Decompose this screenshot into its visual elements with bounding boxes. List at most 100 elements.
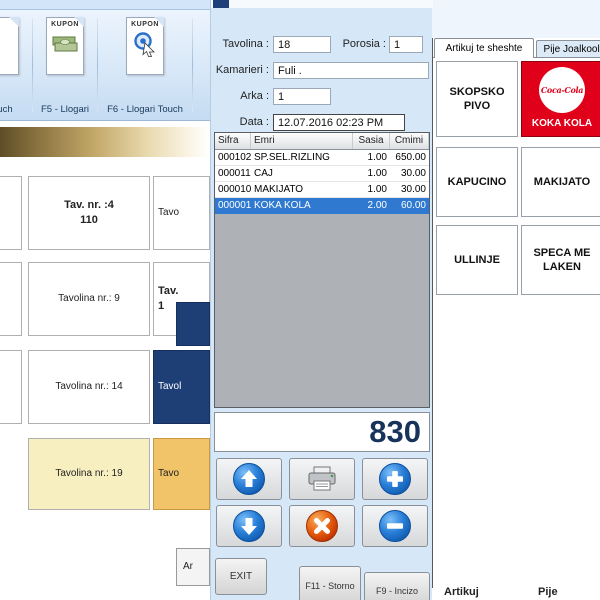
- incizo-button[interactable]: F9 - Incizo: [364, 572, 430, 600]
- bottom-tab-artikuj[interactable]: Artikuj: [444, 586, 479, 598]
- toolbar-separator: [97, 18, 98, 112]
- toolbar-label-f6: F6 - Llogari Touch: [100, 104, 190, 115]
- toolbar-button-f5-llogari[interactable]: KUPON F5 - Llogari: [34, 14, 96, 118]
- table-button-partial[interactable]: [0, 262, 22, 336]
- product-label: MAKIJATO: [534, 175, 590, 189]
- product-button-kapucino[interactable]: KAPUCINO: [436, 147, 518, 217]
- cell-cmimi: 30.00: [390, 168, 429, 179]
- remove-item-button[interactable]: [362, 505, 428, 547]
- cell-cmimi: 60.00: [390, 200, 429, 211]
- porosia-label: Porosia :: [331, 38, 386, 50]
- column-cmimi: Cmimi: [390, 133, 429, 149]
- table-button-occupied-partial[interactable]: Tavol: [153, 350, 210, 424]
- kamarieri-field[interactable]: Fuli .: [273, 62, 429, 79]
- cell-sifra: 000001: [215, 200, 251, 211]
- cell-emri: SP.SEL.RIZLING: [251, 152, 353, 163]
- cell-sasia: 1.00: [353, 152, 390, 163]
- move-down-button[interactable]: [216, 505, 282, 547]
- order-row[interactable]: 000011 CAJ 1.00 30.00: [215, 166, 429, 182]
- move-up-button[interactable]: [216, 458, 282, 500]
- order-items-table: Sifra Emri Sasia Cmimi 000102 SP.SEL.RIZ…: [214, 132, 430, 408]
- table-button-partial[interactable]: Tavo: [153, 176, 210, 250]
- product-label: ULLINJE: [454, 253, 500, 267]
- toolbar-button-f6-llogari-touch[interactable]: KUPON F6 - Llogari Touch: [100, 14, 190, 118]
- cell-emri: CAJ: [251, 168, 353, 179]
- arka-field[interactable]: 1: [273, 88, 331, 105]
- product-button-koka-kola[interactable]: Coca-Cola KOKA KOLA: [521, 61, 600, 137]
- toolbar: Touch KUPON F5 - Llogari KUPON: [0, 9, 210, 121]
- bottom-button-partial[interactable]: Ar: [176, 548, 210, 586]
- column-emri: Emri: [251, 133, 353, 149]
- arrow-down-icon: [232, 509, 266, 543]
- table-button-partial[interactable]: [0, 350, 22, 424]
- plus-icon: [378, 462, 412, 496]
- order-row[interactable]: 000010 MAKIJATO 1.00 30.00: [215, 182, 429, 198]
- table-button-4[interactable]: Tav. nr. :4 110: [28, 176, 150, 250]
- arrow-up-icon: [232, 462, 266, 496]
- order-row[interactable]: 000102 SP.SEL.RIZLING 1.00 650.00: [215, 150, 429, 166]
- table-label: Tavolina nr.: 9: [58, 292, 120, 306]
- toolbar-separator: [32, 18, 33, 112]
- product-label: SPECA ME LAKEN: [526, 246, 598, 275]
- toolbar-group-partial[interactable]: Touch: [0, 14, 30, 118]
- table-button-14[interactable]: Tavolina nr.: 14: [28, 350, 150, 424]
- porosia-field[interactable]: 1: [389, 36, 423, 53]
- print-button[interactable]: [289, 458, 355, 500]
- table-button-9[interactable]: Tavolina nr.: 9: [28, 262, 150, 336]
- cell-sasia: 1.00: [353, 184, 390, 195]
- product-button-makijato[interactable]: MAKIJATO: [521, 147, 600, 217]
- toolbar-separator: [192, 18, 193, 112]
- table-label: Tavo: [158, 206, 179, 220]
- cancel-button[interactable]: [289, 505, 355, 547]
- tab-label: Artikuj te sheshte: [446, 43, 523, 54]
- table-label: Tavolina nr.: 14: [55, 380, 122, 394]
- table-sublabel: 1: [158, 299, 164, 314]
- cell-sifra: 000011: [215, 168, 251, 179]
- cell-cmimi: 30.00: [390, 184, 429, 195]
- money-stack-icon: [51, 31, 79, 57]
- table-button-partial[interactable]: Tavo: [153, 438, 210, 510]
- cell-emri: KOKA KOLA: [251, 200, 353, 211]
- toolbar-label-partial: Touch: [0, 104, 30, 115]
- table-label: Tavo: [158, 467, 179, 481]
- panel-top-strip: [211, 0, 433, 8]
- table-label: Tav. nr. :4: [64, 198, 114, 213]
- product-button-skopsko-pivo[interactable]: SKOPSKO PIVO: [436, 61, 518, 137]
- panel-corner-tab: [213, 0, 229, 8]
- bottom-tab-pije[interactable]: Pije: [538, 586, 558, 598]
- toolbar-label-f5: F5 - Llogari: [34, 104, 96, 115]
- cell-sifra: 000102: [215, 152, 251, 163]
- panel-divider: [432, 38, 433, 588]
- tables-grid: Tav. nr. :4 110 Tavo Tavolina nr.: 9 Tav…: [0, 157, 210, 600]
- data-field[interactable]: 12.07.2016 02:23 PM: [273, 114, 405, 131]
- button-label: Ar: [183, 560, 193, 574]
- table-sublabel: 110: [80, 213, 98, 228]
- money-coupon-icon: KUPON: [46, 17, 84, 75]
- cell-emri: MAKIJATO: [251, 184, 353, 195]
- printer-icon: [306, 465, 338, 493]
- tavolina-field[interactable]: 18: [273, 36, 331, 53]
- storno-button[interactable]: F11 - Storno: [299, 566, 361, 600]
- tab-artikuj-te-sheshte[interactable]: Artikuj te sheshte: [434, 38, 534, 58]
- coupon-icon: [0, 17, 19, 75]
- tab-pije-joalkoolike[interactable]: Pije Joalkoolike: [536, 40, 600, 58]
- coupon-title: KUPON: [47, 21, 83, 28]
- table-label: Tavolina nr.: 19: [55, 467, 122, 481]
- touch-icon: [131, 31, 159, 57]
- table-button-occupied-partial[interactable]: [176, 302, 210, 346]
- panel-top: [432, 0, 600, 38]
- product-button-speca-me-laken[interactable]: SPECA ME LAKEN: [521, 225, 600, 295]
- product-button-ullinje[interactable]: ULLINJE: [436, 225, 518, 295]
- table-header: Sifra Emri Sasia Cmimi: [215, 133, 429, 150]
- products-grid: SKOPSKO PIVO Coca-Cola KOKA KOLA KAPUCIN…: [433, 57, 600, 600]
- cell-sasia: 1.00: [353, 168, 390, 179]
- table-button-19[interactable]: Tavolina nr.: 19: [28, 438, 150, 510]
- order-panel: Tavolina : 18 Porosia : 1 Kamarieri : Fu…: [210, 0, 432, 600]
- product-label: KOKA KOLA: [532, 117, 592, 130]
- table-button-partial[interactable]: [0, 176, 22, 250]
- add-item-button[interactable]: [362, 458, 428, 500]
- order-total: 830: [214, 412, 430, 452]
- coca-cola-script: Coca-Cola: [541, 85, 583, 95]
- order-row[interactable]: 000001 KOKA KOLA 2.00 60.00: [215, 198, 429, 214]
- exit-button[interactable]: EXIT: [215, 558, 267, 595]
